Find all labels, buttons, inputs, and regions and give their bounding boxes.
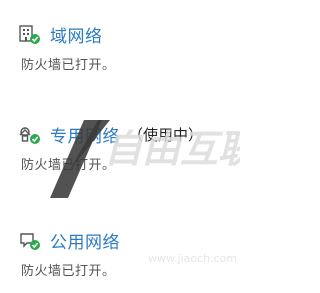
public-network-icon bbox=[20, 232, 40, 250]
private-network-header: 专用网络 （使用中） bbox=[18, 122, 203, 147]
domain-network-header: 域网络 bbox=[18, 22, 103, 47]
private-network-link[interactable]: 专用网络 bbox=[50, 122, 120, 147]
domain-network-icon bbox=[19, 24, 40, 44]
public-network-header: 公用网络 bbox=[18, 228, 120, 253]
watermark-url: www.jiaoch.com bbox=[148, 252, 238, 265]
domain-network-link[interactable]: 域网络 bbox=[50, 22, 103, 47]
private-network-status: 防火墙已打开。 bbox=[21, 158, 116, 173]
domain-network-status: 防火墙已打开。 bbox=[21, 58, 116, 73]
in-use-label: （使用中） bbox=[128, 126, 204, 144]
public-network-status: 防火墙已打开。 bbox=[21, 264, 116, 279]
public-network-link[interactable]: 公用网络 bbox=[50, 228, 120, 253]
private-network-icon bbox=[19, 126, 40, 144]
